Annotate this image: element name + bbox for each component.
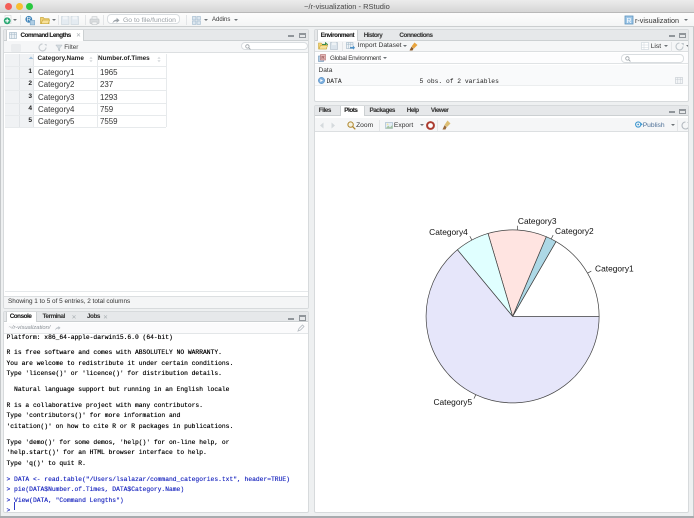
svg-text:Category1: Category1 xyxy=(595,264,634,274)
svg-text:Category4: Category4 xyxy=(429,227,468,237)
svg-text:Category5: Category5 xyxy=(433,397,472,407)
svg-text:Category2: Category2 xyxy=(555,226,594,236)
svg-text:Category3: Category3 xyxy=(518,216,557,226)
